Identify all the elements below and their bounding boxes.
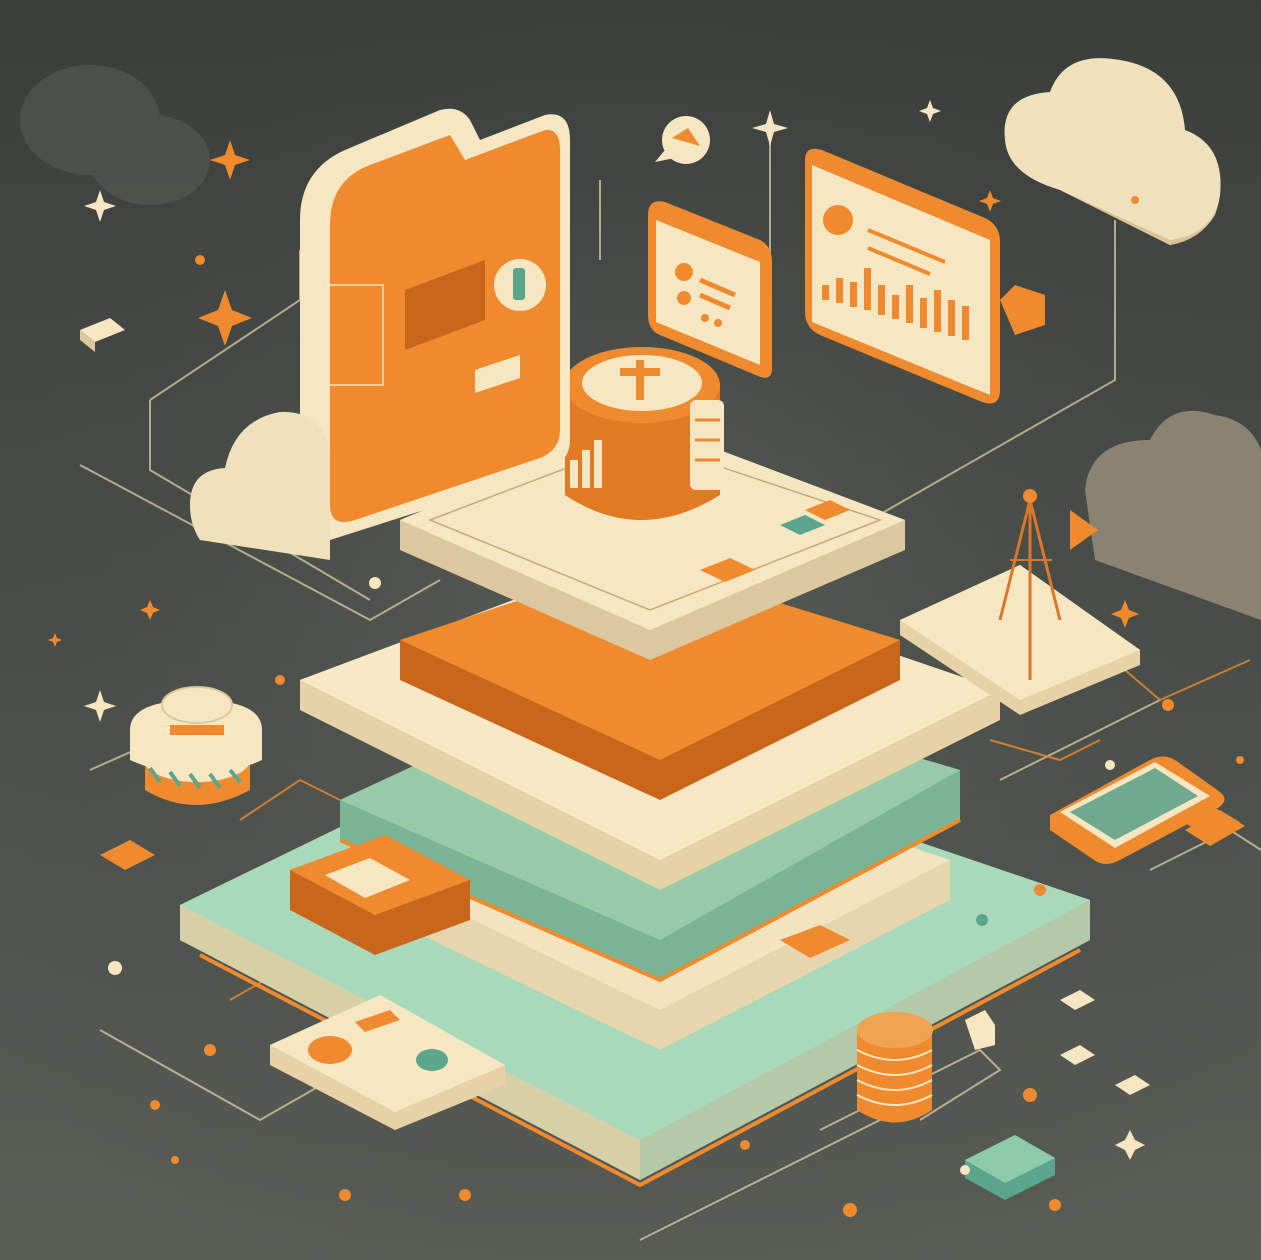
illustration-canvas [0,0,1261,1260]
coin-stack [856,1012,933,1123]
database-cylinder [564,347,724,520]
